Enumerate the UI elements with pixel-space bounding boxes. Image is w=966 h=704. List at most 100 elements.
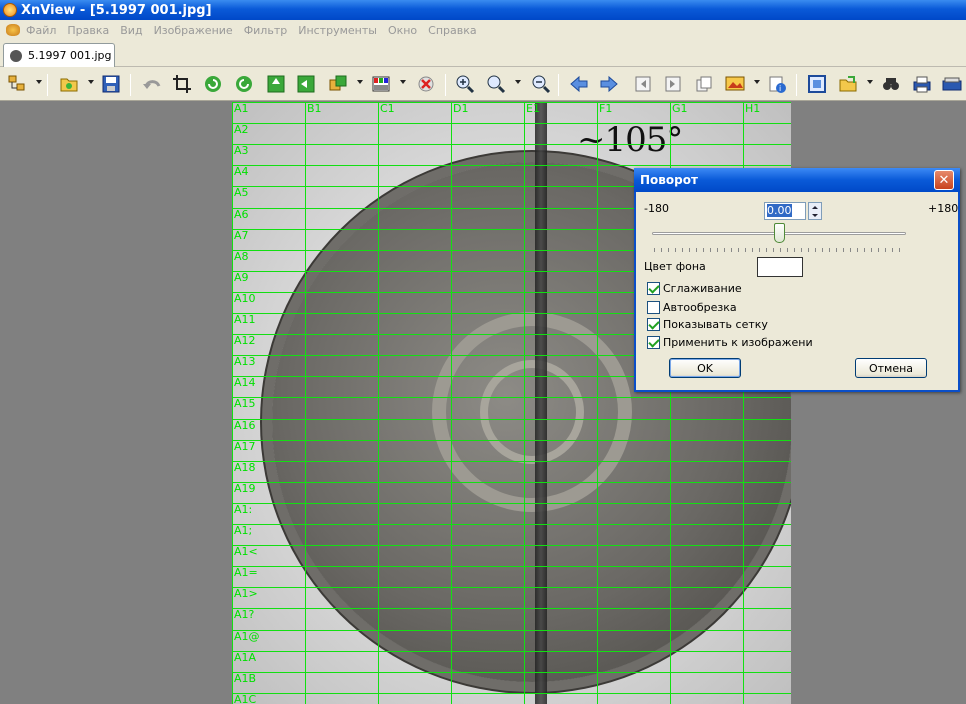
scanner-icon[interactable] [941,73,963,95]
grid-row-label: A12 [234,334,256,347]
grid-vertical-line [378,102,379,704]
grid-horizontal-line [232,651,791,652]
autocrop-checkbox[interactable] [647,301,660,314]
grid-row-label: A4 [234,165,249,178]
undo-icon[interactable] [141,73,163,95]
grid-row-label: A1= [234,566,258,579]
mirror-icon[interactable] [295,73,317,95]
tab-image[interactable]: 5.1997 001.jpg [3,43,115,67]
palette-icon[interactable] [370,73,392,95]
first-page-icon[interactable] [632,73,654,95]
menu-help[interactable]: Справка [428,24,476,37]
grid-column-label: H1 [745,102,761,115]
ok-button[interactable]: OK [669,358,741,378]
grid-horizontal-line [232,419,791,420]
grid-row-label: A19 [234,482,256,495]
prev-page-icon[interactable] [662,73,684,95]
grid-column-label: G1 [672,102,688,115]
angle-spinner[interactable] [808,202,822,220]
cancel-button[interactable]: Отмена [855,358,927,378]
slideshow-icon[interactable] [724,73,746,95]
browser-icon[interactable] [6,73,28,95]
save-icon[interactable] [100,73,122,95]
grid-horizontal-line [232,524,791,525]
grid-vertical-line [597,102,598,704]
prev-icon[interactable] [568,73,590,95]
grid-vertical-line [524,102,525,704]
menu-view[interactable]: Вид [120,24,142,37]
tab-bar: 5.1997 001.jpg [0,40,966,67]
fullscreen-icon[interactable] [806,73,828,95]
apply-to-image-checkbox[interactable] [647,336,660,349]
rotate-left-icon[interactable] [202,73,224,95]
autocrop-label: Автообрезка [663,301,737,314]
rotate-right-icon[interactable] [233,73,255,95]
crop-icon[interactable] [171,73,193,95]
spin-up-icon[interactable] [809,203,821,211]
grid-horizontal-line [232,545,791,546]
smoothing-checkbox[interactable] [647,282,660,295]
grid-row-label: A15 [234,397,256,410]
dialog-title: Поворот [640,173,698,187]
grid-row-label: A5 [234,186,249,199]
grid-row-label: A1A [234,651,257,664]
find-icon[interactable] [880,73,902,95]
grid-horizontal-line [232,397,791,398]
grid-horizontal-line [232,630,791,631]
angle-slider-thumb[interactable] [773,223,785,243]
image-tab-icon [10,49,22,62]
open-icon[interactable] [58,73,80,95]
grid-row-label: A1C [234,693,257,704]
grid-vertical-line [451,102,452,704]
angle-input[interactable]: 0.00 [764,202,806,220]
app-menu-icon[interactable] [6,24,20,36]
grid-horizontal-line [232,482,791,483]
menu-file[interactable]: Файл [26,24,56,37]
bg-color-swatch[interactable] [757,257,803,277]
zoom-in-icon[interactable] [454,73,476,95]
zoom-fit-icon[interactable] [485,73,507,95]
grid-column-label: E1 [526,102,540,115]
convert-icon[interactable] [327,73,349,95]
properties-icon[interactable]: i [766,73,788,95]
grid-row-label: A1 [234,102,249,115]
grid-row-label: A1; [234,524,253,537]
grid-row-label: A18 [234,461,256,474]
window-title: XnView - [5.1997 001.jpg] [21,2,212,18]
min-angle-label: -180 [644,202,669,215]
title-bar: XnView - [5.1997 001.jpg] [0,0,966,20]
grid-row-label: A17 [234,440,256,453]
grid-row-label: A8 [234,250,249,263]
print-icon[interactable] [911,73,933,95]
apply-to-image-label: Применить к изображени [663,336,813,349]
next-icon[interactable] [598,73,620,95]
menu-window[interactable]: Окно [388,24,417,37]
grid-horizontal-line [232,672,791,673]
menu-tools[interactable]: Инструменты [298,24,377,37]
show-grid-checkbox[interactable] [647,318,660,331]
grid-row-label: A10 [234,292,256,305]
menu-filter[interactable]: Фильтр [244,24,288,37]
grid-column-label: B1 [307,102,322,115]
flip-icon[interactable] [265,73,287,95]
smoothing-label: Сглаживание [663,282,742,295]
grid-column-label: D1 [453,102,469,115]
spin-down-icon[interactable] [809,211,821,219]
remove-icon[interactable] [415,73,437,95]
export-icon[interactable] [837,73,859,95]
zoom-out-icon[interactable] [530,73,552,95]
grid-row-label: A3 [234,144,249,157]
xnview-logo-icon [3,3,17,17]
grid-horizontal-line [232,461,791,462]
grid-row-label: A11 [234,313,256,326]
menu-edit[interactable]: Правка [67,24,109,37]
close-icon[interactable]: ✕ [934,170,954,190]
grid-row-label: A1: [234,503,253,516]
grid-horizontal-line [232,440,791,441]
next-page-icon[interactable] [693,73,715,95]
menu-image[interactable]: Изображение [154,24,233,37]
grid-row-label: A13 [234,355,256,368]
svg-text:i: i [779,84,781,93]
grid-horizontal-line [232,566,791,567]
grid-horizontal-line [232,693,791,694]
